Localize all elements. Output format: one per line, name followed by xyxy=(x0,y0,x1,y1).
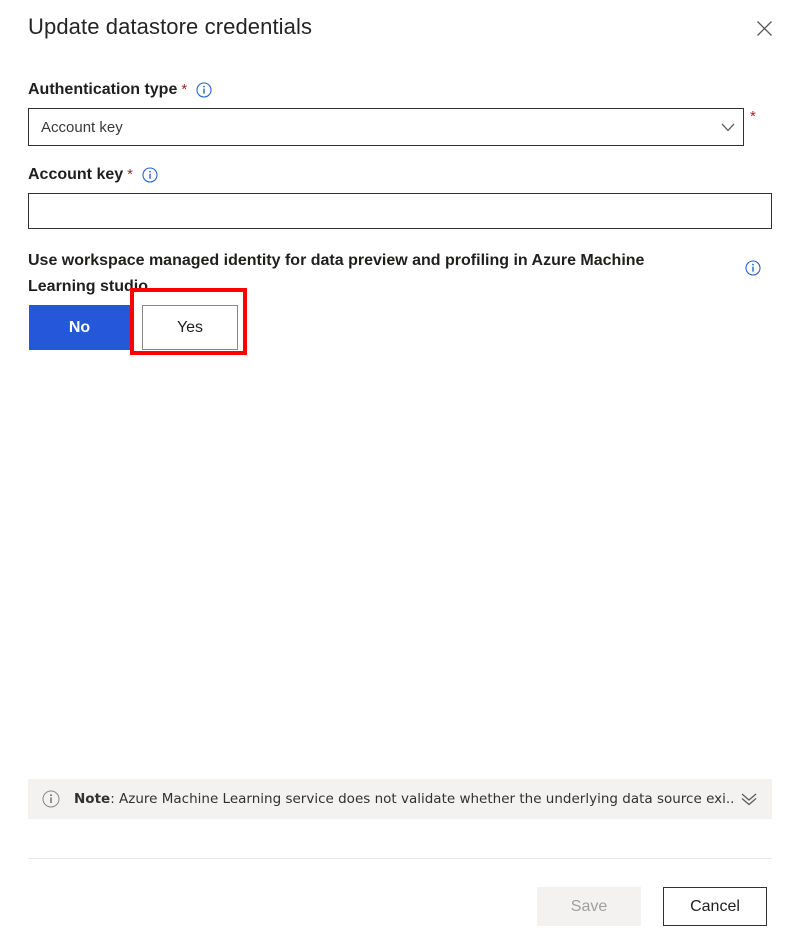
account-key-control-row xyxy=(0,193,798,233)
panel-header: Update datastore credentials xyxy=(0,0,798,60)
info-icon[interactable] xyxy=(745,260,761,276)
note-banner[interactable]: Note: Azure Machine Learning service doe… xyxy=(28,779,772,819)
auth-type-required-marker: * xyxy=(181,82,187,98)
cancel-button[interactable]: Cancel xyxy=(663,887,767,926)
info-glyph xyxy=(142,167,158,183)
note-text: Note: Azure Machine Learning service doe… xyxy=(74,791,736,807)
close-glyph xyxy=(756,20,773,37)
note-separator: : xyxy=(110,791,119,807)
chevron-double-down-icon[interactable] xyxy=(736,792,762,806)
footer-divider xyxy=(28,858,772,859)
auth-type-dropdown-value: Account key xyxy=(29,119,713,136)
chevron-double-down-glyph xyxy=(740,792,758,806)
account-key-label-row: Account key * xyxy=(28,163,798,187)
close-icon[interactable] xyxy=(747,11,781,45)
update-datastore-credentials-panel: Update datastore credentials Authenticat… xyxy=(0,0,798,950)
managed-identity-toggle-group: No Yes xyxy=(29,305,238,350)
info-icon[interactable] xyxy=(142,167,158,183)
info-icon[interactable] xyxy=(196,82,212,98)
account-key-required-marker: * xyxy=(127,167,133,183)
auth-type-label: Authentication type xyxy=(28,79,177,101)
managed-identity-option-yes[interactable]: Yes xyxy=(142,305,238,350)
managed-identity-label: Use workspace managed identity for data … xyxy=(28,248,688,300)
auth-type-outer-required-marker: * xyxy=(750,110,756,124)
auth-type-control-row: Account key * xyxy=(0,108,798,150)
auth-type-label-row: Authentication type * xyxy=(28,78,798,102)
info-glyph xyxy=(196,82,212,98)
save-button[interactable]: Save xyxy=(537,887,641,926)
account-key-label: Account key xyxy=(28,164,123,186)
chevron-down-icon xyxy=(713,123,743,132)
auth-type-field: Authentication type * Account key * xyxy=(0,78,798,150)
info-circle-glyph xyxy=(42,790,60,808)
account-key-field: Account key * xyxy=(0,163,798,233)
page-title: Update datastore credentials xyxy=(28,14,312,40)
info-circle-icon xyxy=(42,790,60,808)
footer-actions: Save Cancel xyxy=(537,887,767,926)
account-key-input[interactable] xyxy=(28,193,772,229)
note-body: Azure Machine Learning service does not … xyxy=(119,791,736,807)
chevron-down-glyph xyxy=(721,123,735,132)
auth-type-dropdown[interactable]: Account key xyxy=(28,108,744,146)
managed-identity-option-no[interactable]: No xyxy=(29,305,130,350)
info-glyph xyxy=(745,260,761,276)
note-prefix: Note xyxy=(74,791,110,807)
